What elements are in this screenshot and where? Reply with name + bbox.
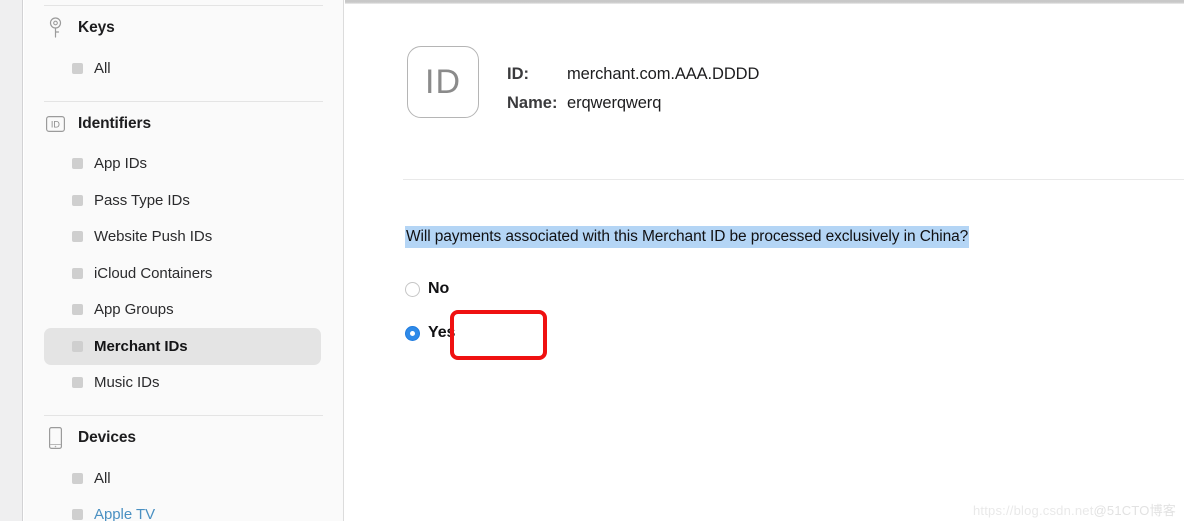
bullet-icon xyxy=(72,472,83,484)
sidebar[interactable]: Keys All ID Identifiers App IDs Pass Typ… xyxy=(24,0,344,521)
app-window: Keys All ID Identifiers App IDs Pass Typ… xyxy=(0,0,1184,521)
field-label-name: Name: xyxy=(507,94,558,112)
china-processing-radio-group[interactable]: No Yes xyxy=(405,274,547,362)
bullet-icon xyxy=(72,231,83,243)
merchant-id-fields: ID: merchant.com.AAA.DDDD Name: erqwerqw… xyxy=(507,46,759,123)
sidebar-item-label: All xyxy=(94,469,111,487)
device-icon xyxy=(44,426,66,450)
bullet-icon xyxy=(72,62,83,74)
bullet-icon xyxy=(72,509,83,521)
field-row-id: ID: merchant.com.AAA.DDDD xyxy=(507,65,759,94)
radio-label: No xyxy=(428,280,450,297)
sidebar-item-keys-all[interactable]: All xyxy=(44,50,321,87)
radio-option-no[interactable]: No xyxy=(405,274,455,304)
sidebar-item-label: App Groups xyxy=(94,301,174,319)
id-badge-icon: ID xyxy=(44,112,66,136)
merchant-id-header: ID ID: merchant.com.AAA.DDDD Name: erqwe… xyxy=(407,46,759,123)
watermark-url: https://blog.csdn.net xyxy=(972,503,1094,518)
radio-button-selected-icon[interactable] xyxy=(405,325,420,341)
sidebar-group-label: Devices xyxy=(78,429,136,446)
watermark-brand: @51CTO博客 xyxy=(1093,503,1176,518)
question-text: Will payments associated with this Merch… xyxy=(405,226,970,248)
sidebar-item-label: Apple TV xyxy=(94,506,156,521)
sidebar-item-apple-tv[interactable]: Apple TV xyxy=(44,497,321,521)
bullet-icon xyxy=(72,304,83,316)
sidebar-group-label: Identifiers xyxy=(78,114,151,132)
radio-label: Yes xyxy=(428,324,456,341)
sidebar-item-music-ids[interactable]: Music IDs xyxy=(44,365,321,402)
field-value-id: merchant.com.AAA.DDDD xyxy=(567,65,760,83)
radio-button-icon[interactable] xyxy=(405,281,420,297)
sidebar-item-pass-type-ids[interactable]: Pass Type IDs xyxy=(44,182,321,219)
sidebar-item-label: App IDs xyxy=(94,155,148,173)
section-divider xyxy=(403,179,1184,180)
watermark: https://blog.csdn.net@51CTO博客 xyxy=(973,500,1176,519)
key-icon xyxy=(44,16,66,40)
sidebar-group-devices: Devices xyxy=(24,416,343,460)
sidebar-item-label: iCloud Containers xyxy=(94,264,213,282)
field-label-id: ID: xyxy=(507,65,529,83)
sidebar-item-label: Music IDs xyxy=(94,374,160,392)
sidebar-item-label: Pass Type IDs xyxy=(94,191,190,209)
detail-panel: ID ID: merchant.com.AAA.DDDD Name: erqwe… xyxy=(345,0,1184,521)
sidebar-item-website-push-ids[interactable]: Website Push IDs xyxy=(44,219,321,256)
sidebar-content: Keys All ID Identifiers App IDs Pass Typ… xyxy=(24,5,343,521)
id-badge-text: ID xyxy=(425,62,461,101)
left-gutter-strip xyxy=(0,0,23,521)
bullet-icon xyxy=(72,267,83,279)
bullet-icon xyxy=(72,158,83,170)
sidebar-item-label: All xyxy=(94,59,111,77)
svg-text:ID: ID xyxy=(50,119,60,129)
bullet-icon xyxy=(72,194,83,206)
bullet-icon xyxy=(72,340,83,352)
bullet-icon xyxy=(72,377,83,389)
sidebar-item-merchant-ids[interactable]: Merchant IDs xyxy=(44,328,321,365)
sidebar-group-keys: Keys xyxy=(24,6,343,50)
sidebar-item-label: Merchant IDs xyxy=(94,337,188,355)
annotation-highlight-box xyxy=(450,310,547,360)
sidebar-item-label: Website Push IDs xyxy=(94,228,213,246)
sidebar-group-label: Keys xyxy=(78,19,115,36)
field-row-name: Name: erqwerqwerq xyxy=(507,94,759,123)
sidebar-item-devices-all[interactable]: All xyxy=(44,460,321,497)
sidebar-item-app-ids[interactable]: App IDs xyxy=(44,146,321,183)
content-top-border xyxy=(345,0,1184,4)
id-badge-icon: ID xyxy=(407,46,479,118)
sidebar-item-app-groups[interactable]: App Groups xyxy=(44,292,321,329)
sidebar-group-identifiers: ID Identifiers xyxy=(24,102,343,146)
sidebar-item-icloud-containers[interactable]: iCloud Containers xyxy=(44,255,321,292)
radio-option-yes[interactable]: Yes xyxy=(405,318,455,348)
field-value-name: erqwerqwerq xyxy=(567,94,662,112)
